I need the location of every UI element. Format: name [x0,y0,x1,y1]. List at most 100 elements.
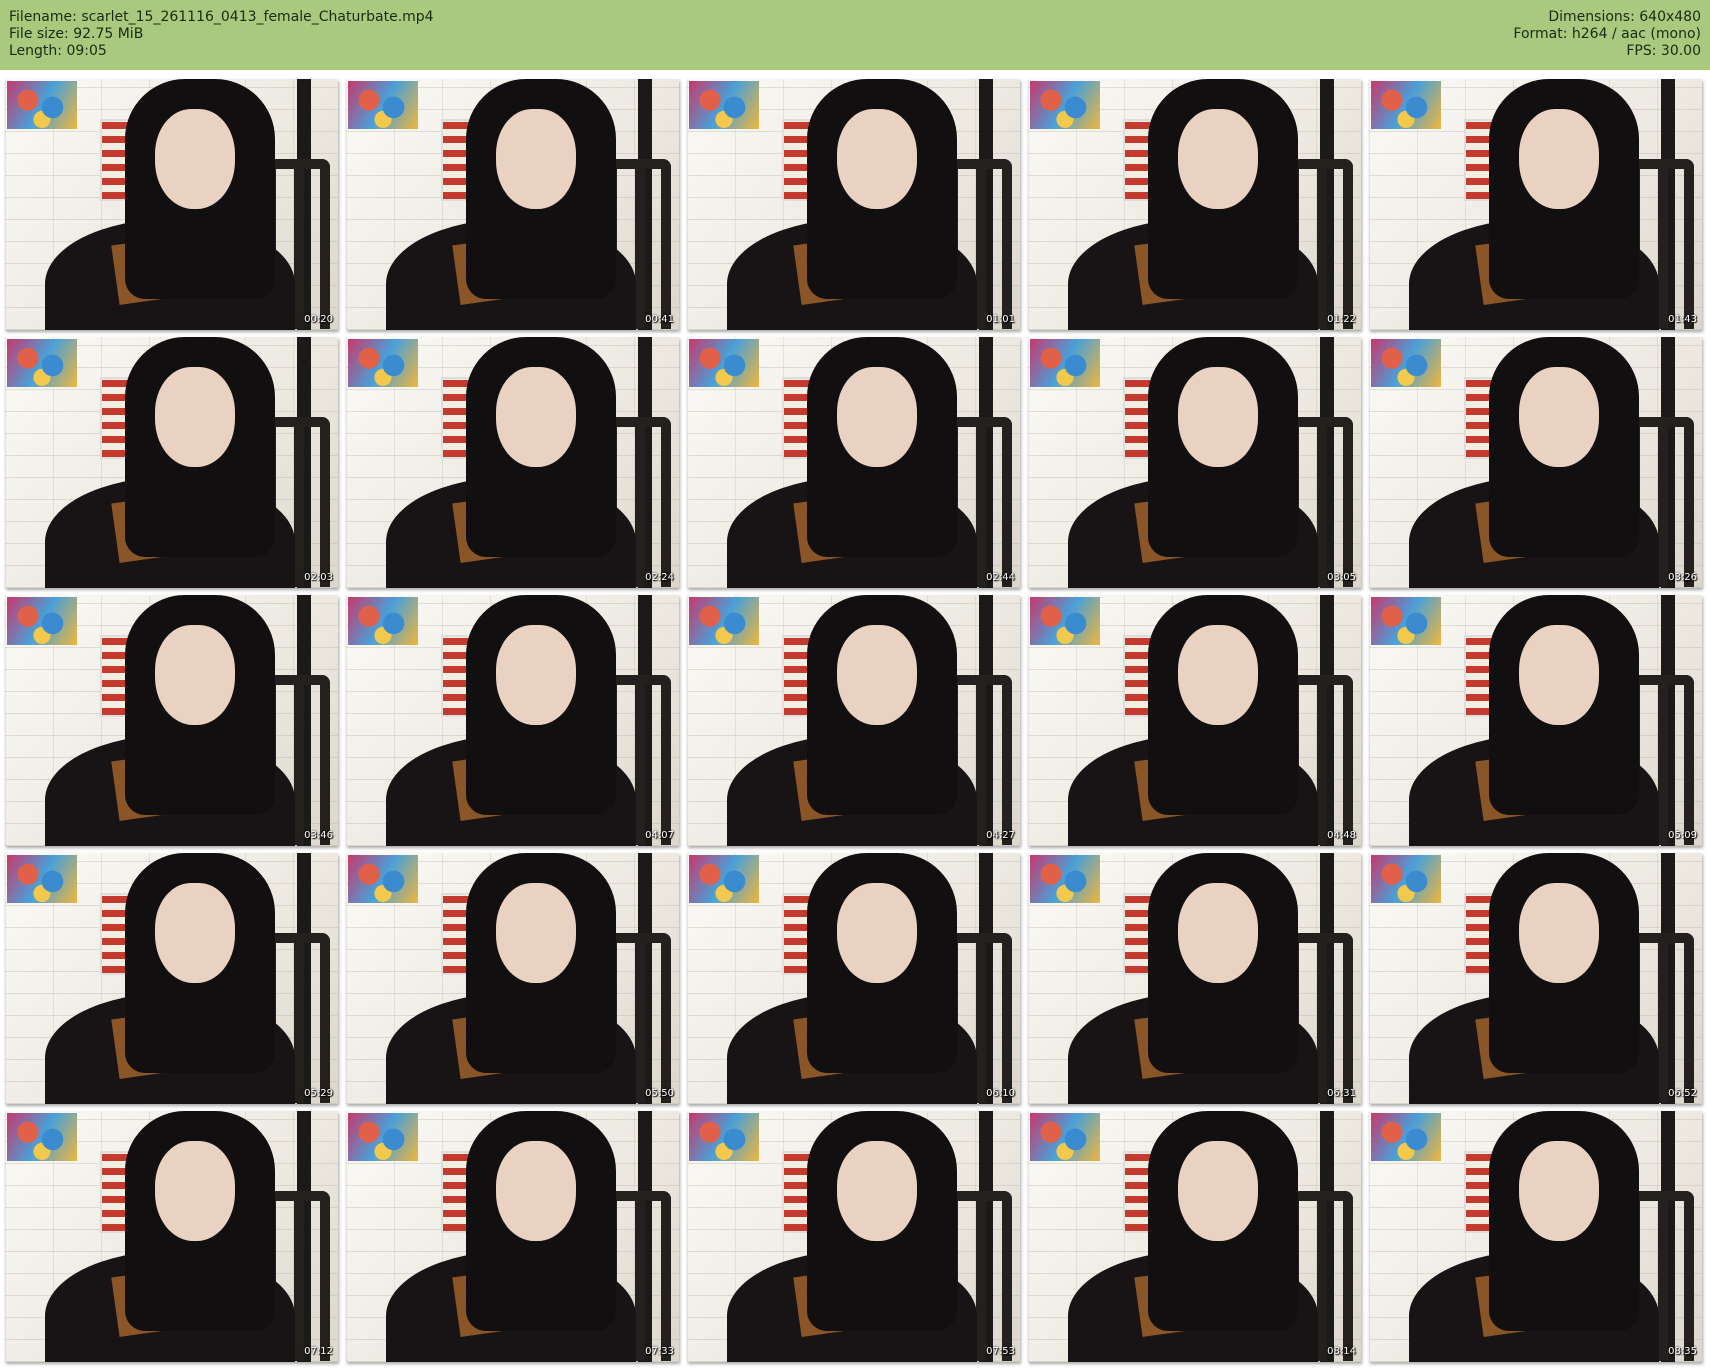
person-face [1519,625,1599,725]
video-thumbnail: 05:09 [1369,595,1702,846]
wall-poster [7,855,77,903]
wall-poster [1371,855,1441,903]
file-info: Filename: scarlet_15_261116_0413_female_… [9,9,434,60]
wall-poster [7,339,77,387]
person-face [837,625,917,725]
wall-poster [689,1113,759,1161]
wall-poster [7,1113,77,1161]
format-label: Format: [1513,26,1568,42]
thumbnail-timestamp: 07:53 [986,1346,1015,1357]
video-thumbnail: 02:24 [346,337,679,588]
person-face [155,109,235,209]
length-value: 09:05 [66,43,107,59]
wall-poster [348,855,418,903]
thumbnail-timestamp: 00:41 [645,314,674,325]
wall-poster [689,81,759,129]
fps-line: FPS: 30.00 [1513,43,1701,60]
filename-line: Filename: scarlet_15_261116_0413_female_… [9,9,434,26]
wall-poster [689,339,759,387]
video-thumbnail: 05:29 [5,853,338,1104]
video-thumbnail: 07:53 [687,1111,1020,1362]
wall-poster [1030,339,1100,387]
video-thumbnail: 03:05 [1028,337,1361,588]
length-label: Length: [9,43,63,59]
video-thumbnail: 01:43 [1369,79,1702,330]
length-line: Length: 09:05 [9,43,434,60]
thumbnail-timestamp: 06:31 [1327,1088,1356,1099]
video-thumbnail: 08:14 [1028,1111,1361,1362]
video-thumbnail: 04:48 [1028,595,1361,846]
filesize-label: File size: [9,26,69,42]
wall-poster [348,597,418,645]
video-thumbnail: 04:07 [346,595,679,846]
thumbnail-timestamp: 04:27 [986,830,1015,841]
person-face [155,625,235,725]
wall-poster [1030,1113,1100,1161]
thumbnail-timestamp: 05:29 [304,1088,333,1099]
thumbnail-timestamp: 02:44 [986,572,1015,583]
thumbnail-timestamp: 06:10 [986,1088,1015,1099]
dimensions-value: 640x480 [1639,9,1701,25]
person-face [837,883,917,983]
video-thumbnail: 03:46 [5,595,338,846]
wall-poster [1030,855,1100,903]
thumbnail-timestamp: 02:24 [645,572,674,583]
person-face [155,367,235,467]
video-thumbnail: 00:41 [346,79,679,330]
thumbnail-timestamp: 03:05 [1327,572,1356,583]
person-face [1519,367,1599,467]
person-face [1519,1141,1599,1241]
filename-value: scarlet_15_261116_0413_female_Chaturbate… [81,9,434,25]
person-face [1519,109,1599,209]
thumbnail-timestamp: 08:35 [1668,1346,1697,1357]
video-thumbnail: 06:31 [1028,853,1361,1104]
person-face [837,109,917,209]
wall-poster [7,597,77,645]
thumbnail-timestamp: 05:09 [1668,830,1697,841]
person-face [155,883,235,983]
video-thumbnail: 06:10 [687,853,1020,1104]
wall-poster [348,81,418,129]
person-face [1178,883,1258,983]
video-thumbnail: 03:26 [1369,337,1702,588]
video-thumbnail: 05:50 [346,853,679,1104]
person-face [496,1141,576,1241]
video-thumbnail: 08:35 [1369,1111,1702,1362]
video-thumbnail: 00:20 [5,79,338,330]
person-face [496,625,576,725]
thumbnail-timestamp: 02:03 [304,572,333,583]
video-thumbnail: 02:03 [5,337,338,588]
filename-label: Filename: [9,9,77,25]
fps-value: 30.00 [1660,43,1701,59]
person-face [1178,1141,1258,1241]
thumbnail-timestamp: 01:43 [1668,314,1697,325]
person-face [155,1141,235,1241]
wall-poster [1030,81,1100,129]
video-thumbnail: 06:52 [1369,853,1702,1104]
person-face [496,109,576,209]
info-header: Filename: scarlet_15_261116_0413_female_… [0,0,1710,70]
wall-poster [1371,1113,1441,1161]
wall-poster [348,339,418,387]
wall-poster [689,597,759,645]
thumbnail-timestamp: 08:14 [1327,1346,1356,1357]
thumbnail-timestamp: 07:12 [304,1346,333,1357]
thumbnail-timestamp: 06:52 [1668,1088,1697,1099]
thumbnail-timestamp: 01:22 [1327,314,1356,325]
video-info: Dimensions: 640x480 Format: h264 / aac (… [1513,9,1701,60]
wall-poster [689,855,759,903]
fps-label: FPS: [1626,43,1657,59]
wall-poster [7,81,77,129]
person-face [496,367,576,467]
video-thumbnail: 04:27 [687,595,1020,846]
filesize-line: File size: 92.75 MiB [9,26,434,43]
person-face [837,367,917,467]
person-face [1519,883,1599,983]
thumbnail-timestamp: 07:33 [645,1346,674,1357]
format-line: Format: h264 / aac (mono) [1513,26,1701,43]
video-thumbnail: 07:12 [5,1111,338,1362]
video-thumbnail: 02:44 [687,337,1020,588]
thumbnail-timestamp: 00:20 [304,314,333,325]
wall-poster [1030,597,1100,645]
person-face [496,883,576,983]
